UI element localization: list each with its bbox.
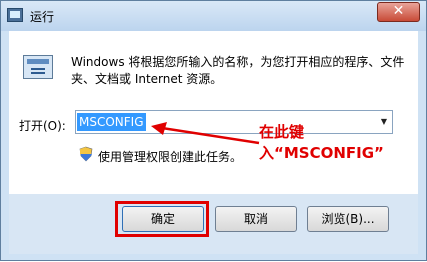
uac-shield-icon [79,146,93,162]
close-button[interactable]: ✕ [377,2,420,22]
admin-permission-text: 使用管理权限创建此任务。 [98,150,243,164]
ok-button-highlight [115,201,209,237]
annotation-text: 在此键入“MSCONFIG” [259,123,384,162]
titlebar: 运行 ✕ [1,1,426,31]
run-app-icon [7,8,23,22]
command-input-value[interactable]: MSCONFIG [77,113,146,131]
cancel-button[interactable]: 取消 [215,206,297,232]
window-title: 运行 [30,10,55,24]
browse-button[interactable]: 浏览(B)... [307,206,389,232]
dialog-content: Windows 将根据您所输入的名称，为您打开相应的程序、文件夹、文档或 Int… [9,31,418,194]
open-label: 打开(O): [19,119,66,133]
dialog-description: Windows 将根据您所输入的名称，为您打开相应的程序、文件夹、文档或 Int… [71,55,405,86]
run-dialog-window: 运行 ✕ Windows 将根据您所输入的名称，为您打开相应的程序、文件夹、文档… [0,0,427,261]
run-icon [23,55,53,79]
